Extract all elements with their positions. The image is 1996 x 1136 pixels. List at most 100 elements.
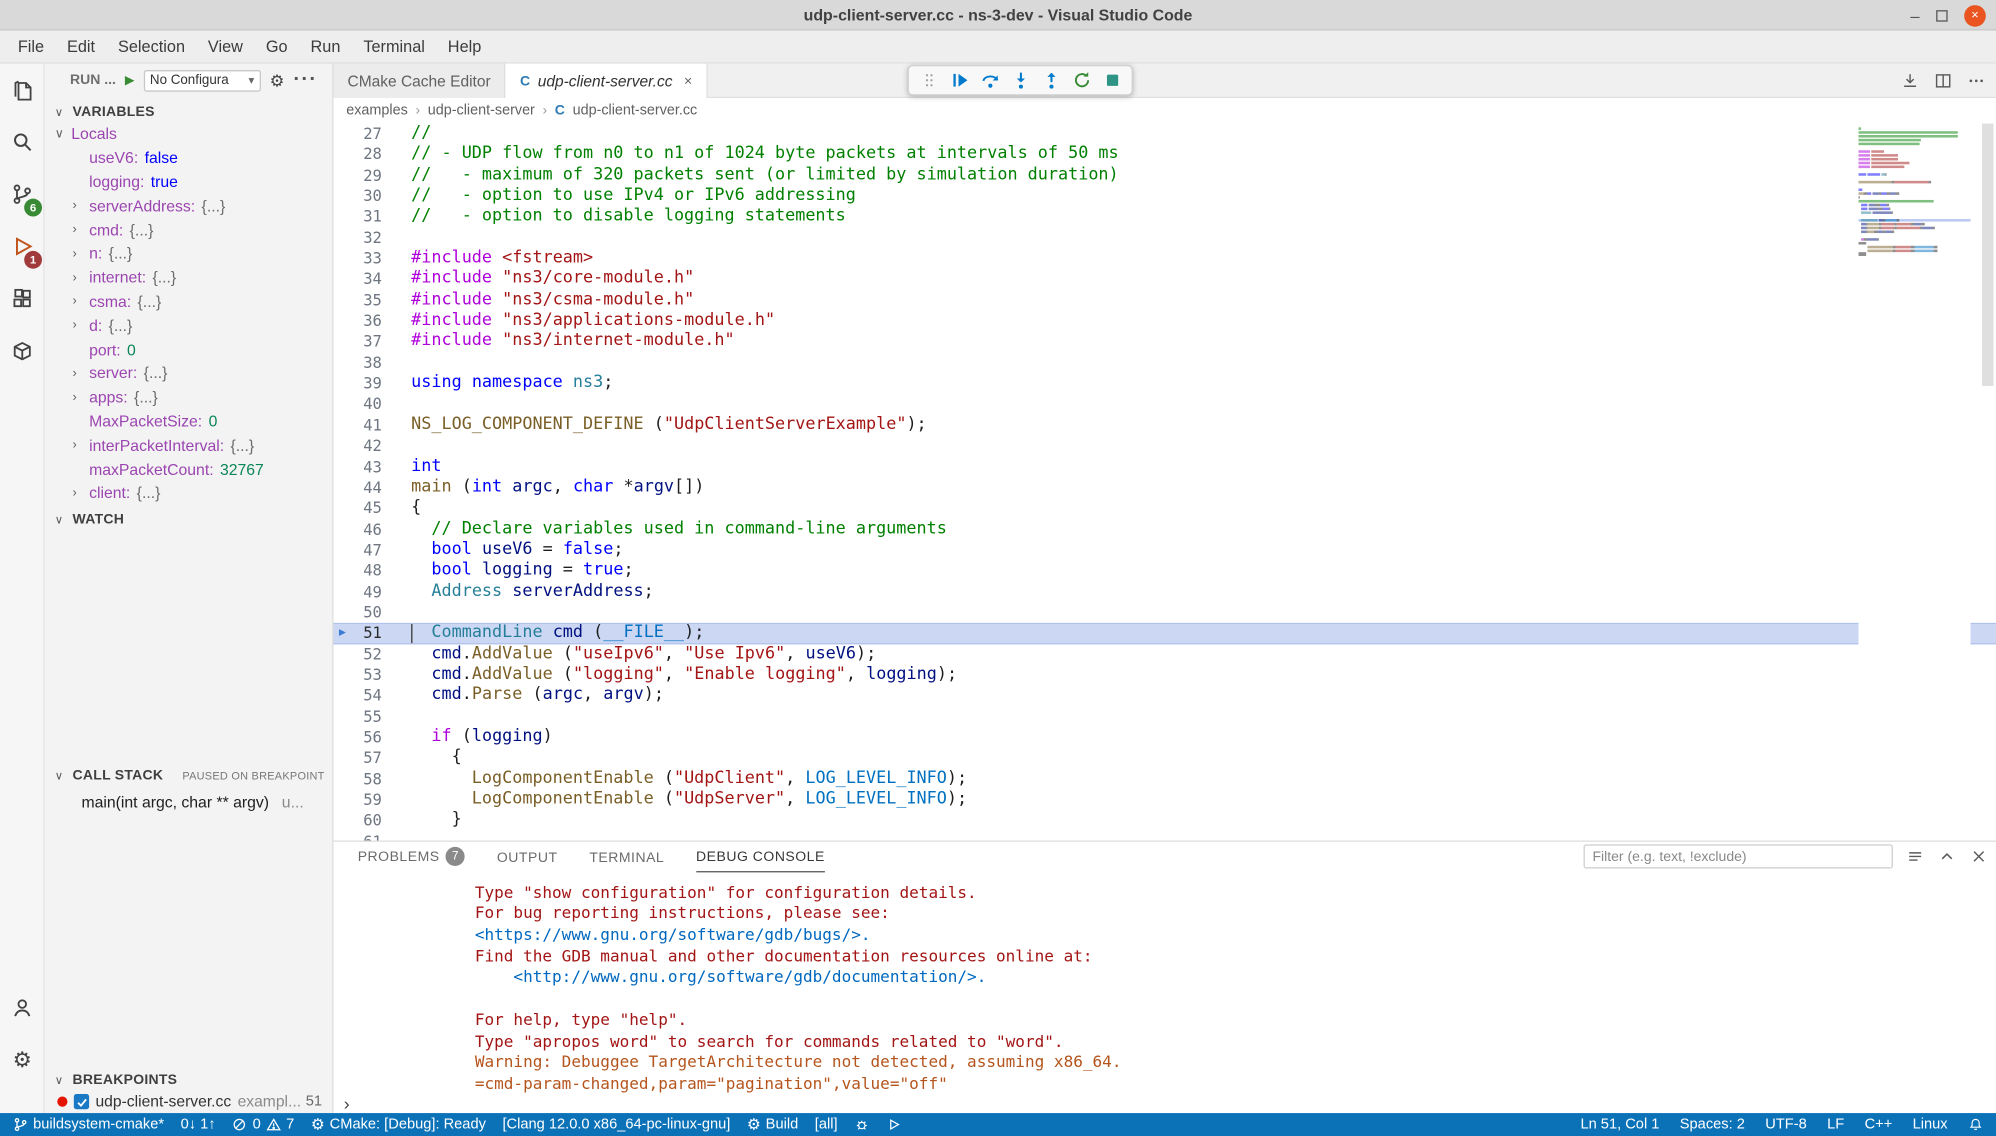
variable-row[interactable]: › interPacketInterval: {...} <box>45 433 333 457</box>
breakpoint-checkbox[interactable] <box>74 1094 89 1109</box>
branch-indicator[interactable]: buildsystem-cmake* <box>13 1117 164 1132</box>
code-line[interactable]: 50 <box>334 602 1996 623</box>
encoding[interactable]: UTF-8 <box>1765 1117 1806 1132</box>
more-actions-icon[interactable]: ··· <box>293 69 317 92</box>
line-number[interactable]: 51 <box>351 623 382 644</box>
variable-row[interactable]: MaxPacketSize: 0 <box>45 410 333 434</box>
step-into-button[interactable] <box>1009 69 1031 91</box>
menu-item[interactable]: File <box>6 37 55 56</box>
variable-row[interactable]: maxPacketCount: 32767 <box>45 457 333 481</box>
breakpoint-row[interactable]: udp-client-server.cc exampl... 51 <box>45 1090 333 1113</box>
line-number[interactable]: 27 <box>351 124 382 145</box>
activity-search[interactable] <box>0 116 45 168</box>
toolbar-drag-handle[interactable] <box>918 69 940 91</box>
variable-row[interactable]: logging: true <box>45 170 333 194</box>
minimize-button[interactable]: – <box>1910 7 1919 24</box>
lines-icon[interactable] <box>1906 847 1925 866</box>
breadcrumb-item[interactable]: udp-client-server.cc <box>573 103 698 118</box>
variable-row[interactable]: › client: {...} <box>45 481 333 505</box>
code-line[interactable]: 41 NS_LOG_COMPONENT_DEFINE ("UdpClientSe… <box>334 415 1996 436</box>
os-indicator[interactable]: Linux <box>1913 1117 1948 1132</box>
variable-row[interactable]: › serverAddress: {...} <box>45 194 333 218</box>
code-line[interactable]: 55 <box>334 706 1996 727</box>
debug-console[interactable]: Type "show configuration" for configurat… <box>334 872 1996 1092</box>
line-number[interactable]: 55 <box>351 706 382 727</box>
code-line[interactable]: 47 bool useV6 = false; <box>334 540 1996 561</box>
line-number[interactable]: 47 <box>351 540 382 561</box>
code-line[interactable]: ▶ 51 CommandLine cmd (__FILE__); <box>334 623 1996 644</box>
cursor-position[interactable]: Ln 51, Col 1 <box>1580 1117 1659 1132</box>
panel-tab[interactable]: PROBLEMS 7 <box>358 847 465 872</box>
variable-row[interactable]: › apps: {...} <box>45 386 333 410</box>
account-button[interactable] <box>0 982 45 1034</box>
code-line[interactable]: 58 LogComponentEnable ("UdpClient", LOG_… <box>334 769 1996 790</box>
variable-row[interactable]: › cmd: {...} <box>45 218 333 242</box>
build-target[interactable]: [all] <box>815 1117 838 1132</box>
line-number[interactable]: 35 <box>351 290 382 311</box>
menu-item[interactable]: View <box>196 37 254 56</box>
variable-row[interactable]: › d: {...} <box>45 314 333 338</box>
open-changes-icon[interactable] <box>1901 71 1920 90</box>
code-line[interactable]: 45 { <box>334 498 1996 519</box>
code-line[interactable]: 59 LogComponentEnable ("UdpServer", LOG_… <box>334 790 1996 811</box>
stop-button[interactable] <box>1101 69 1123 91</box>
start-debug-icon[interactable]: ▶ <box>125 73 135 87</box>
line-number[interactable]: 50 <box>351 602 382 623</box>
line-number[interactable]: 60 <box>351 810 382 831</box>
code-line[interactable]: 48 bool logging = true; <box>334 561 1996 582</box>
step-out-button[interactable] <box>1040 69 1062 91</box>
line-number[interactable]: 58 <box>351 769 382 790</box>
cmake-kit[interactable]: [Clang 12.0.0 x86_64-pc-linux-gnu] <box>502 1117 730 1132</box>
menu-item[interactable]: Run <box>299 37 352 56</box>
debug-gear-icon[interactable]: ⚙ <box>270 72 285 89</box>
line-number[interactable]: 38 <box>351 352 382 373</box>
code-line[interactable]: 38 <box>334 352 1996 373</box>
code-line[interactable]: 40 <box>334 394 1996 415</box>
line-number[interactable]: 61 <box>351 831 382 840</box>
more-actions-icon[interactable] <box>1967 71 1986 90</box>
code-line[interactable]: 36 #include "ns3/applications-module.h" <box>334 311 1996 332</box>
code-line[interactable]: 27 // <box>334 124 1996 145</box>
code-line[interactable]: 34 #include "ns3/core-module.h" <box>334 269 1996 290</box>
line-number[interactable]: 46 <box>351 519 382 540</box>
activity-run-debug[interactable]: 1 <box>0 220 45 272</box>
problems-indicator[interactable]: 0 7 <box>232 1117 294 1132</box>
line-number[interactable]: 41 <box>351 415 382 436</box>
line-number[interactable]: 42 <box>351 436 382 457</box>
activity-package-view[interactable] <box>0 325 45 377</box>
variable-row[interactable]: ∨ Locals <box>45 122 333 146</box>
tab-cmake-cache-editor[interactable]: CMake Cache Editor <box>334 64 506 98</box>
code-line[interactable]: 42 <box>334 436 1996 457</box>
debug-config-dropdown[interactable]: No Configura ▾ <box>144 69 261 91</box>
code-line[interactable]: 52 cmd.AddValue ("useIpv6", "Use Ipv6", … <box>334 644 1996 665</box>
settings-button[interactable]: ⚙ <box>0 1034 45 1086</box>
line-number[interactable]: 29 <box>351 165 382 186</box>
code-line[interactable]: 39 using namespace ns3; <box>334 373 1996 394</box>
code-line[interactable]: 43 int <box>334 457 1996 478</box>
breadcrumb-item[interactable]: examples <box>346 103 408 118</box>
continue-button[interactable] <box>948 69 970 91</box>
line-number[interactable]: 40 <box>351 394 382 415</box>
activity-source-control[interactable]: 6 <box>0 168 45 220</box>
console-prompt-icon[interactable]: › <box>344 1094 350 1112</box>
line-number[interactable]: 48 <box>351 561 382 582</box>
code-line[interactable]: 61 <box>334 831 1996 840</box>
restart-button[interactable] <box>1071 69 1093 91</box>
variable-row[interactable]: useV6: false <box>45 146 333 170</box>
breadcrumb-item[interactable]: udp-client-server <box>428 103 535 118</box>
build-button[interactable]: ⚙ Build <box>747 1117 798 1132</box>
line-number[interactable]: 45 <box>351 498 382 519</box>
line-number[interactable]: 37 <box>351 332 382 353</box>
code-line[interactable]: 35 #include "ns3/csma-module.h" <box>334 290 1996 311</box>
code-line[interactable]: 28 // - UDP flow from n0 to n1 of 1024 b… <box>334 144 1996 165</box>
panel-tab[interactable]: OUTPUT <box>497 851 558 873</box>
notifications-button[interactable] <box>1968 1117 1983 1132</box>
variable-row[interactable]: › server: {...} <box>45 362 333 386</box>
code-line[interactable]: 30 // - option to use IPv4 or IPv6 addre… <box>334 186 1996 207</box>
code-line[interactable]: 60 } <box>334 810 1996 831</box>
code-line[interactable]: 54 cmd.Parse (argc, argv); <box>334 686 1996 707</box>
code-line[interactable]: 56 if (logging) <box>334 727 1996 748</box>
minimap[interactable] <box>1859 124 1971 841</box>
close-panel-icon[interactable] <box>1969 847 1988 866</box>
panel-tab[interactable]: DEBUG CONSOLE <box>696 849 825 872</box>
